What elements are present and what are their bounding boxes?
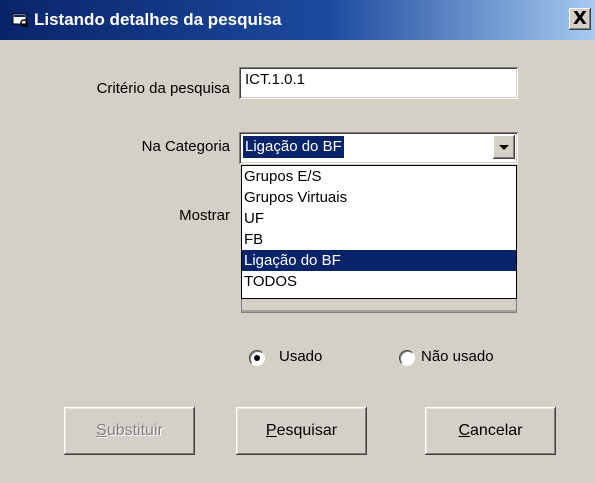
dropdown-option[interactable]: TODOS [242,271,516,292]
radio-nao-usado[interactable]: Não usado [399,346,549,368]
dropdown-option-selected[interactable]: Ligação do BF [242,250,516,271]
categoria-label: Na Categoria [141,138,230,155]
substituir-button: Substituir [64,407,195,455]
pesquisar-mnemonic: P [265,422,277,439]
mostrar-label: Mostrar [179,207,230,224]
chevron-down-icon [499,145,509,150]
substituir-label: ubstituir [106,422,163,439]
dropdown-option[interactable]: UF [242,208,516,229]
cancelar-button[interactable]: Cancelar [425,407,556,455]
title-bar: Listando detalhes da pesquisa X [0,0,595,40]
mostrar-list-edge [241,299,517,313]
radio-nao-usado-label: Não usado [421,348,494,365]
radio-checked-dot [254,355,260,361]
radio-usado-button[interactable] [249,350,265,366]
categoria-dropdown-list[interactable]: Grupos E/S Grupos Virtuais UF FB Ligação… [241,165,517,299]
categoria-combo[interactable]: Ligação do BF [239,132,518,164]
dropdown-option[interactable]: FB [242,229,516,250]
criterio-input[interactable] [245,71,505,88]
close-button[interactable]: X [569,8,591,30]
radio-usado[interactable]: Usado [249,346,379,368]
dropdown-option[interactable]: Grupos Virtuais [242,187,516,208]
criterio-field[interactable] [239,67,518,99]
pesquisar-label: esquisar [276,422,338,439]
cancelar-mnemonic: C [458,422,471,439]
dropdown-option[interactable]: Grupos E/S [242,166,516,187]
radio-nao-usado-button[interactable] [399,350,415,366]
substituir-mnemonic: S [96,422,107,439]
app-icon [12,13,29,27]
cancelar-label: ancelar [470,422,523,439]
pesquisar-button[interactable]: Pesquisar [236,407,367,455]
close-icon: X [573,8,587,29]
categoria-selected-value: Ligação do BF [243,136,344,158]
radio-usado-label: Usado [279,348,323,365]
criterio-label: Critério da pesquisa [96,80,230,97]
combo-dropdown-button[interactable] [493,135,515,159]
window-title: Listando detalhes da pesquisa [34,10,282,29]
